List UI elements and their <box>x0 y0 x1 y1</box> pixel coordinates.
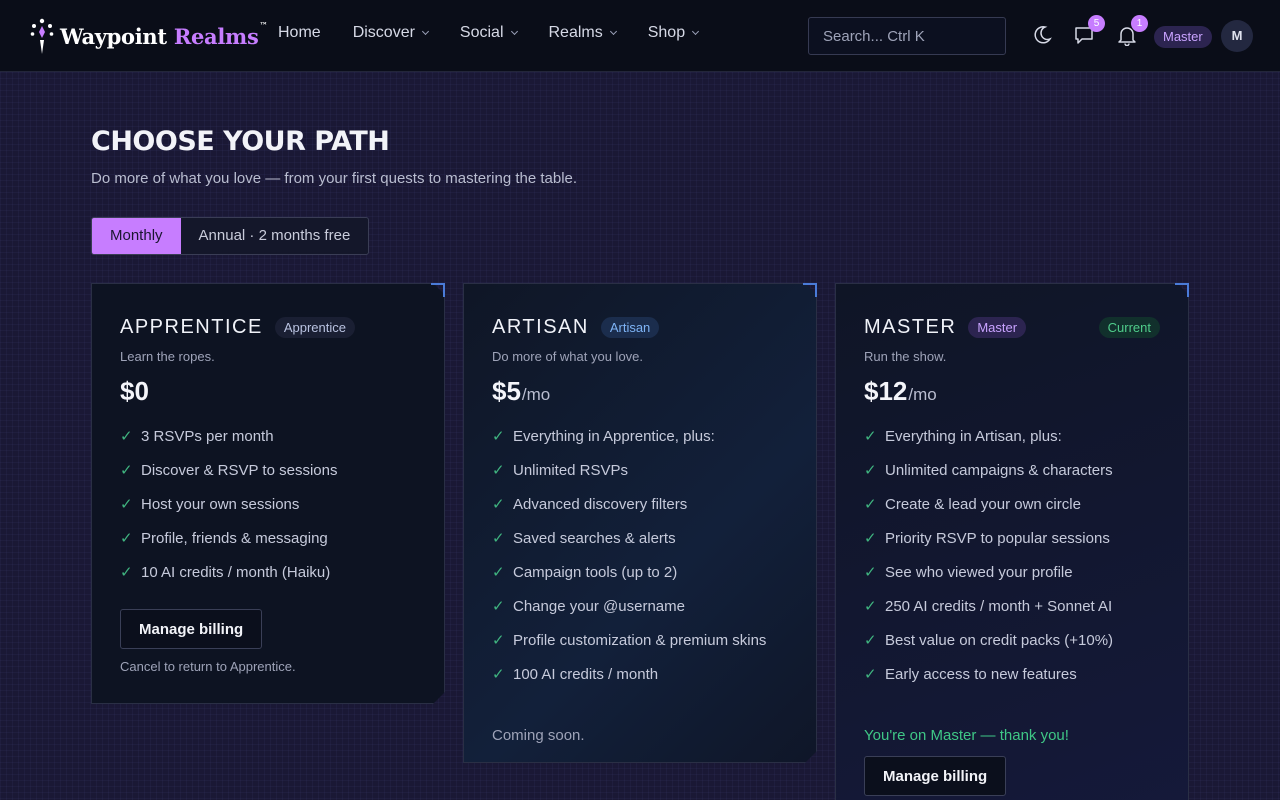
feature-item: ✓ Host your own sessions <box>120 495 300 513</box>
check-icon: ✓ <box>864 428 877 445</box>
plan-name: ARTISAN <box>492 315 589 338</box>
feature-item: ✓ Saved searches & alerts <box>492 529 676 547</box>
feature-list: ✓ Everything in Artisan, plus: ✓ Unlimited… <box>864 419 1160 691</box>
check-icon: ✓ <box>864 598 877 615</box>
feature-item: ✓ See who viewed your profile <box>864 563 1073 581</box>
plan-tag: Master <box>968 317 1026 338</box>
brand-logo[interactable]: Waypoint Realms™ <box>30 16 267 56</box>
plan-card-master: MASTER Master Current Run the show. $12/… <box>835 283 1189 800</box>
plan-price: $5/mo <box>492 376 551 406</box>
toggle-monthly[interactable]: Monthly <box>92 218 181 254</box>
search-input[interactable] <box>808 17 1006 55</box>
check-icon: ✓ <box>120 496 133 513</box>
chevron-down-icon <box>510 27 518 36</box>
feature-item: ✓ Everything in Artisan, plus: <box>864 427 1062 445</box>
feature-item: ✓ 10 AI credits / month (Haiku) <box>120 563 331 581</box>
feature-item: ✓ Change your @username <box>492 597 685 615</box>
plan-description: Run the show. <box>864 349 947 364</box>
feature-item: ✓ Create & lead your own circle <box>864 495 1081 513</box>
feature-item: ✓ Early access to new features <box>864 665 1077 683</box>
nav-realms[interactable]: Realms <box>549 24 617 42</box>
feature-item: ✓ Campaign tools (up to 2) <box>492 563 678 581</box>
user-avatar[interactable]: M <box>1221 20 1253 52</box>
messages-badge: 5 <box>1088 15 1105 32</box>
plan-tag: Artisan <box>601 317 659 338</box>
feature-item: ✓ 3 RSVPs per month <box>120 427 274 445</box>
page-subtitle: Do more of what you love — from your fir… <box>91 170 578 187</box>
feature-item: ✓ Discover & RSVP to sessions <box>120 461 338 479</box>
main-nav: Home Discover Social Realms Shop <box>278 24 730 42</box>
plan-description: Do more of what you love. <box>492 349 644 364</box>
chevron-down-icon <box>609 27 617 36</box>
plan-description: Learn the ropes. <box>120 349 215 364</box>
nav-home[interactable]: Home <box>278 24 321 42</box>
toggle-annual[interactable]: Annual · 2 months free <box>181 218 369 254</box>
notifications-badge: 1 <box>1131 15 1148 32</box>
plan-card-artisan: ARTISAN Artisan Do more of what you love… <box>463 283 817 763</box>
feature-item: ✓ Everything in Apprentice, plus: <box>492 427 715 445</box>
chevron-down-icon <box>692 27 700 36</box>
check-icon: ✓ <box>864 666 877 683</box>
feature-item: ✓ Unlimited campaigns & characters <box>864 461 1113 479</box>
moon-icon <box>1034 26 1052 44</box>
check-icon: ✓ <box>864 496 877 513</box>
check-icon: ✓ <box>864 632 877 649</box>
current-plan-badge: Current <box>1099 317 1160 338</box>
nav-shop[interactable]: Shop <box>648 24 700 42</box>
notifications-button[interactable]: 1 <box>1116 15 1148 47</box>
check-icon: ✓ <box>120 564 133 581</box>
manage-billing-button[interactable]: Manage billing <box>120 609 262 649</box>
nav-discover[interactable]: Discover <box>353 24 429 42</box>
plan-tag: Apprentice <box>275 317 355 338</box>
check-icon: ✓ <box>120 462 133 479</box>
compass-logo-icon <box>30 18 54 54</box>
feature-list: ✓ 3 RSVPs per month ✓ Discover & RSVP to s… <box>120 419 416 589</box>
feature-item: ✓ 250 AI credits / month + Sonnet AI <box>864 597 1113 615</box>
card-corner-accent <box>1175 283 1189 297</box>
plan-name: APPRENTICE <box>120 315 263 338</box>
coming-soon-label: Coming soon. <box>492 727 585 744</box>
current-plan-message: You're on Master — thank you! <box>864 727 1069 744</box>
top-nav: Waypoint Realms™ Home Discover Social Re… <box>0 0 1280 72</box>
theme-toggle-button[interactable] <box>1031 24 1053 46</box>
feature-item: ✓ Unlimited RSVPs <box>492 461 629 479</box>
check-icon: ✓ <box>120 530 133 547</box>
feature-list: ✓ Everything in Apprentice, plus: ✓ Unlimi… <box>492 419 788 691</box>
plan-price: $12/mo <box>864 376 937 406</box>
feature-item: ✓ Best value on credit packs (+10%) <box>864 631 1114 649</box>
messages-button[interactable]: 5 <box>1073 15 1105 46</box>
chevron-down-icon <box>421 27 429 36</box>
user-tier-badge: Master <box>1154 26 1212 48</box>
check-icon: ✓ <box>864 564 877 581</box>
billing-period-toggle: Monthly Annual · 2 months free <box>91 217 370 255</box>
check-icon: ✓ <box>492 598 505 615</box>
feature-item: ✓ Priority RSVP to popular sessions <box>864 529 1110 547</box>
feature-item: ✓ Profile customization & premium skins <box>492 631 767 649</box>
nav-social[interactable]: Social <box>460 24 518 42</box>
feature-item: ✓ 100 AI credits / month <box>492 665 659 683</box>
check-icon: ✓ <box>864 530 877 547</box>
feature-item: ✓ Profile, friends & messaging <box>120 529 328 547</box>
check-icon: ✓ <box>120 428 133 445</box>
card-corner-accent <box>431 283 445 297</box>
plan-note: Cancel to return to Apprentice. <box>120 659 296 674</box>
check-icon: ✓ <box>492 428 505 445</box>
check-icon: ✓ <box>492 666 505 683</box>
check-icon: ✓ <box>864 462 877 479</box>
check-icon: ✓ <box>492 496 505 513</box>
manage-billing-button[interactable]: Manage billing <box>864 756 1006 796</box>
check-icon: ✓ <box>492 564 505 581</box>
check-icon: ✓ <box>492 462 505 479</box>
plan-price: $0 <box>120 376 149 406</box>
check-icon: ✓ <box>492 530 505 547</box>
plan-name: MASTER <box>864 315 957 338</box>
brand-name: Waypoint Realms™ <box>60 19 268 49</box>
card-corner-accent <box>803 283 817 297</box>
page-title: CHOOSE YOUR PATH <box>91 126 390 157</box>
feature-item: ✓ Advanced discovery filters <box>492 495 688 513</box>
check-icon: ✓ <box>492 632 505 649</box>
plan-card-apprentice: APPRENTICE Apprentice Learn the ropes. $… <box>91 283 445 704</box>
